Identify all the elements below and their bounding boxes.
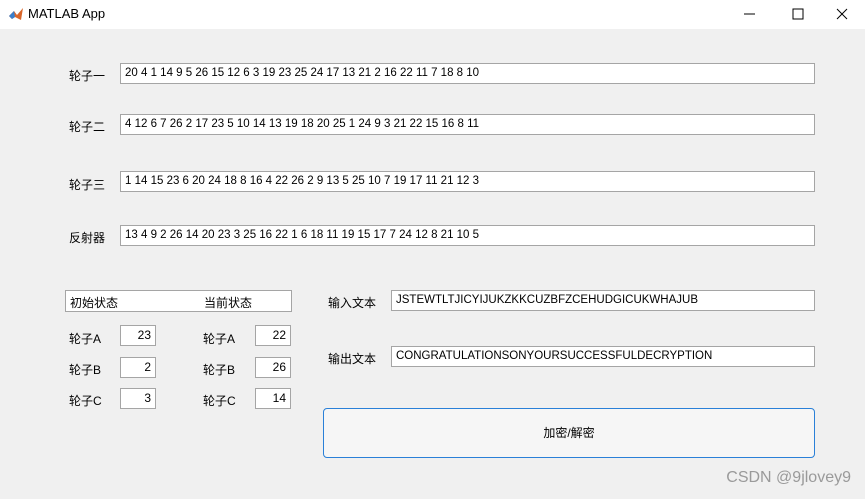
window-title: MATLAB App [28, 6, 106, 21]
current-rotor-c-field[interactable]: 14 [255, 388, 291, 409]
initial-rotor-c-label: 轮子C [69, 394, 102, 408]
current-rotor-a-field[interactable]: 22 [255, 325, 291, 346]
matlab-logo-icon [8, 6, 24, 22]
current-rotor-b-label: 轮子B [203, 363, 236, 377]
minimize-button[interactable] [727, 0, 773, 29]
rotor-3-label: 轮子三 [69, 178, 106, 192]
rotor-2-label: 轮子二 [69, 120, 106, 134]
rotor-2-field[interactable]: 4 12 6 7 26 2 17 23 5 10 14 13 19 18 20 … [120, 114, 815, 135]
input-text-field[interactable]: JSTEWTLTJICYIJUKZKKCUZBFZCEHUDGICUKWHAJU… [391, 290, 815, 311]
initial-rotor-a-field[interactable]: 23 [120, 325, 156, 346]
maximize-button[interactable] [775, 0, 821, 29]
initial-state-heading: 初始状态 [70, 296, 119, 310]
reflector-field[interactable]: 13 4 9 2 26 14 20 23 3 25 16 22 1 6 18 1… [120, 225, 815, 246]
initial-rotor-a-label: 轮子A [69, 332, 102, 346]
initial-rotor-c-field[interactable]: 3 [120, 388, 156, 409]
state-header: 初始状态 当前状态 [65, 290, 292, 312]
maximize-icon [792, 8, 804, 20]
encrypt-decrypt-button[interactable]: 加密/解密 [323, 408, 815, 458]
initial-rotor-b-label: 轮子B [69, 363, 102, 377]
rotor-1-field[interactable]: 20 4 1 14 9 5 26 15 12 6 3 19 23 25 24 1… [120, 63, 815, 84]
input-text-label: 输入文本 [328, 296, 377, 310]
initial-rotor-b-field[interactable]: 2 [120, 357, 156, 378]
current-rotor-a-label: 轮子A [203, 332, 236, 346]
close-button[interactable] [819, 0, 865, 29]
rotor-1-label: 轮子一 [69, 69, 106, 83]
reflector-label: 反射器 [69, 231, 106, 245]
rotor-3-field[interactable]: 1 14 15 23 6 20 24 18 8 16 4 22 26 2 9 1… [120, 171, 815, 192]
watermark: CSDN @9jlovey9 [726, 469, 851, 486]
minimize-icon [744, 13, 755, 15]
current-rotor-b-field[interactable]: 26 [255, 357, 291, 378]
output-text-label: 输出文本 [328, 352, 377, 366]
title-bar: MATLAB App [0, 0, 865, 29]
output-text-field[interactable]: CONGRATULATIONSONYOURSUCCESSFULDECRYPTIO… [391, 346, 815, 367]
close-icon [836, 8, 848, 20]
current-rotor-c-label: 轮子C [203, 394, 236, 408]
current-state-heading: 当前状态 [204, 296, 253, 310]
